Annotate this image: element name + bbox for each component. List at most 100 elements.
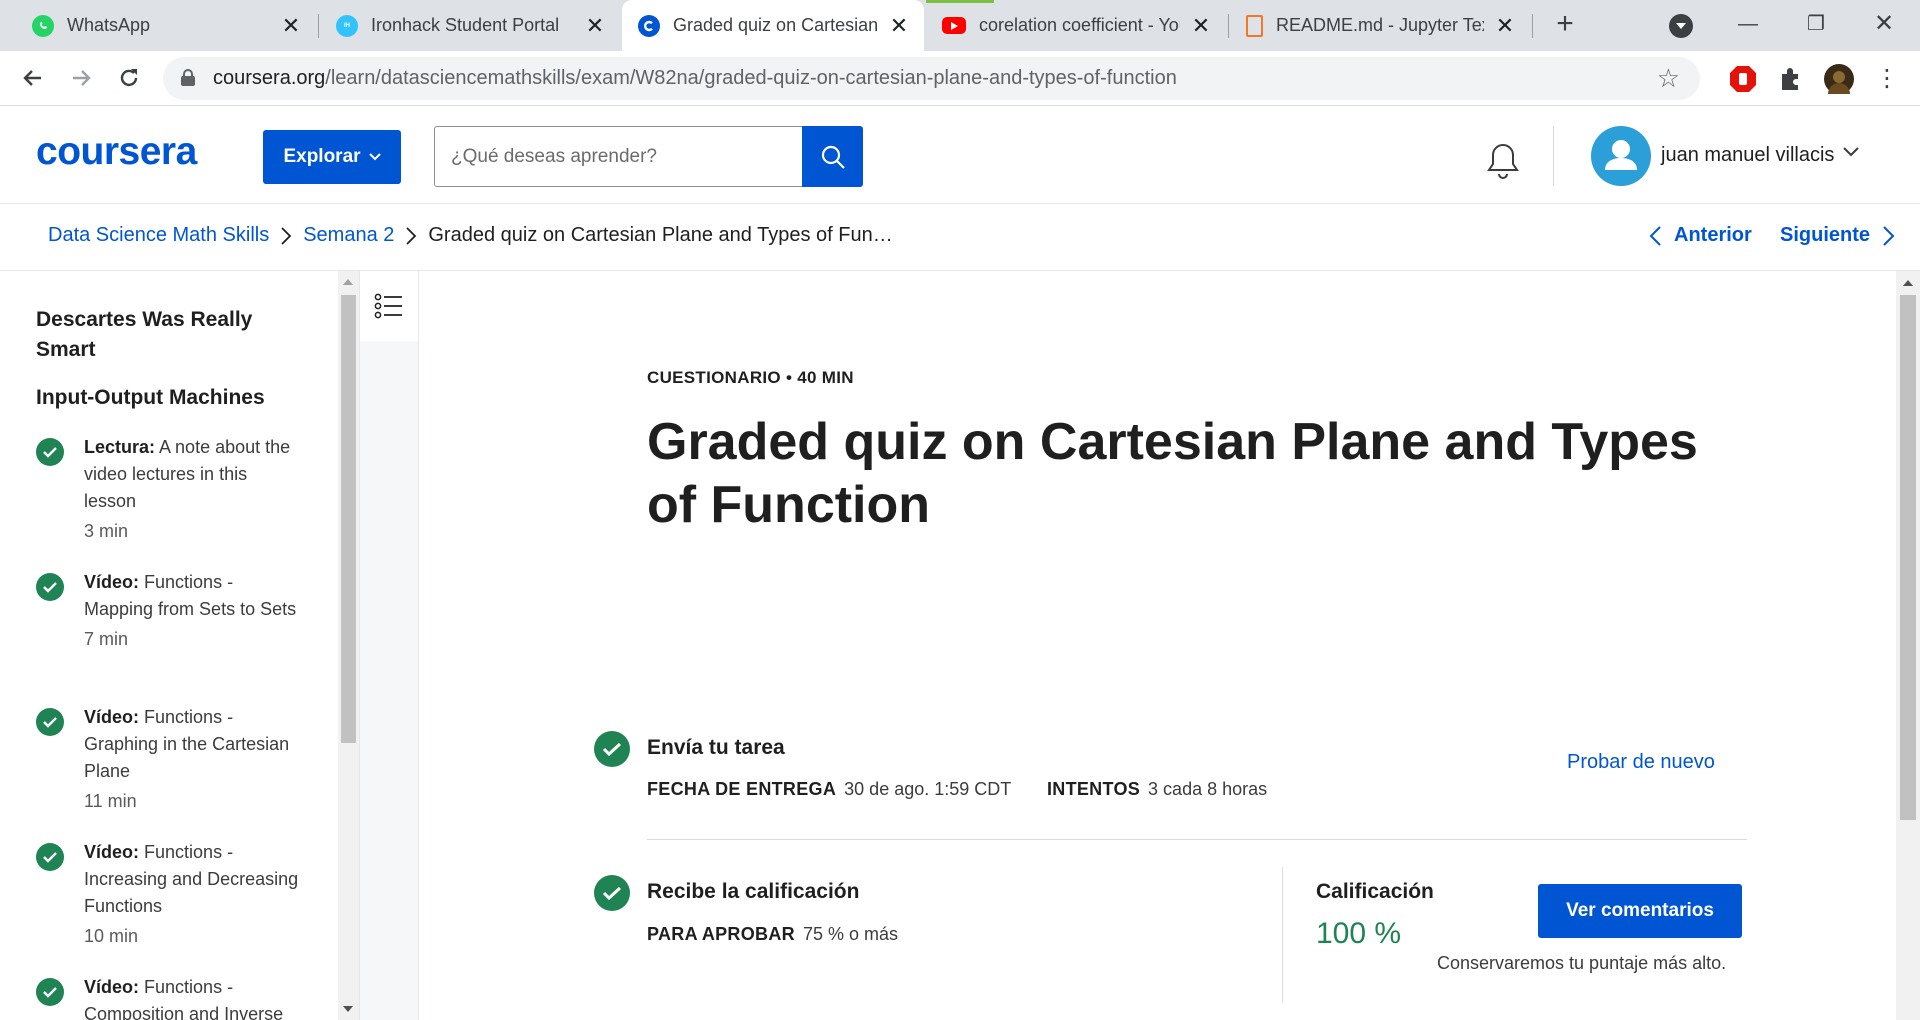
previous-label: Anterior (1674, 224, 1752, 246)
attempts-value: 3 cada 8 horas (1148, 779, 1268, 799)
tab-search-icon[interactable] (1669, 14, 1693, 38)
grade-label: Calificación (1316, 880, 1434, 903)
close-tab-icon[interactable]: ✕ (888, 13, 910, 39)
lesson-heading[interactable]: Input-Output Machines (36, 383, 296, 413)
browser-toolbar: coursera.org/learn/datasciencemathskills… (0, 51, 1920, 106)
restore-window-icon[interactable]: ❐ (1786, 8, 1846, 40)
attempts-label: INTENTOS (1046, 779, 1141, 799)
site-header: coursera Explorar juan manuel villacis (0, 106, 1920, 204)
breadcrumb-current: Graded quiz on Cartesian Plane and Types… (428, 224, 893, 246)
whatsapp-icon (32, 14, 54, 37)
completed-check-icon (36, 708, 64, 736)
breadcrumb-week-link[interactable]: Semana 2 (303, 224, 394, 247)
close-tab-icon[interactable]: ✕ (584, 13, 606, 39)
completed-check-icon (36, 438, 64, 466)
search-button[interactable] (802, 126, 863, 187)
browser-menu-icon[interactable]: ⋮ (1872, 64, 1902, 94)
completed-check-icon (36, 978, 64, 1006)
youtube-icon (942, 17, 966, 34)
back-arrow-icon[interactable] (16, 61, 50, 95)
chevron-right-icon (405, 226, 417, 246)
item-eyebrow: CUESTIONARIO • 40 MIN (647, 368, 854, 387)
adblock-extension-icon[interactable] (1728, 64, 1758, 94)
pass-label: PARA APROBAR (647, 924, 795, 944)
due-date-label: FECHA DE ENTREGA (647, 779, 837, 799)
due-date-value: 30 de ago. 1:59 CDT (844, 779, 1011, 799)
submit-meta: FECHA DE ENTREGA 30 de ago. 1:59 CDT INTE… (647, 779, 1267, 800)
browser-tab-coursera[interactable]: Graded quiz on Cartesian ✕ (622, 0, 924, 51)
completed-check-icon (594, 875, 630, 911)
item-type: Vídeo: (84, 977, 140, 997)
lock-icon (181, 69, 195, 86)
previous-button[interactable]: Anterior (1648, 224, 1752, 247)
tab-title: README.md - Jupyter Tex (1276, 15, 1484, 35)
retry-link[interactable]: Probar de nuevo (1567, 751, 1715, 774)
close-window-icon[interactable]: ✕ (1854, 8, 1914, 40)
extensions-puzzle-icon[interactable] (1776, 64, 1806, 94)
breadcrumb-course-link[interactable]: Data Science Math Skills (48, 224, 269, 247)
item-duration: 11 min (84, 791, 137, 811)
user-avatar[interactable] (1591, 126, 1651, 186)
explore-label: Explorar (283, 146, 361, 167)
ironhack-icon: IH (336, 14, 358, 37)
close-tab-icon[interactable]: ✕ (280, 13, 302, 39)
sidebar-scroll-thumb[interactable] (341, 295, 356, 743)
keep-highest-note: Conservaremos tu puntaje más alto. (1437, 953, 1727, 973)
close-tab-icon[interactable]: ✕ (1190, 13, 1212, 39)
search-input[interactable] (434, 126, 803, 187)
submit-step-title: Envía tu tarea (647, 736, 785, 759)
item-type: Lectura: (84, 437, 156, 457)
course-sidebar: Descartes Was Really Smart Input-Output … (0, 271, 338, 1020)
browser-tab-whatsapp[interactable]: WhatsApp ✕ (16, 0, 316, 51)
forward-arrow-icon[interactable] (64, 61, 98, 95)
breadcrumb: Data Science Math Skills Semana 2 Graded… (48, 224, 893, 247)
sidebar-scrollbar[interactable] (338, 271, 359, 1020)
browser-tab-ironhack[interactable]: IH Ironhack Student Portal ✕ (320, 0, 620, 51)
item-duration: 10 min (84, 926, 139, 946)
toggle-outline-button[interactable] (360, 271, 418, 341)
lesson-heading[interactable]: Descartes Was Really Smart (36, 305, 296, 365)
completed-check-icon (594, 731, 630, 767)
chevron-down-icon (368, 153, 381, 161)
profile-avatar-icon[interactable] (1824, 64, 1854, 105)
address-bar[interactable]: coursera.org/learn/datasciencemathskills… (163, 57, 1700, 100)
search-box (434, 126, 863, 187)
item-duration: 3 min (84, 521, 129, 541)
notifications-bell-icon[interactable] (1485, 141, 1521, 181)
reload-icon[interactable] (112, 61, 146, 95)
close-tab-icon[interactable]: ✕ (1494, 13, 1516, 39)
page-scroll-thumb[interactable] (1900, 295, 1916, 820)
url-text[interactable]: coursera.org/learn/datasciencemathskills… (213, 67, 1177, 90)
coursera-logo[interactable]: coursera (36, 130, 197, 174)
grade-value: 100 % (1316, 917, 1402, 950)
breadcrumb-bar: Data Science Math Skills Semana 2 Graded… (0, 204, 1920, 271)
minimize-window-icon[interactable]: — (1718, 8, 1778, 40)
new-tab-button[interactable]: + (1548, 8, 1582, 42)
item-type: Vídeo: (84, 572, 140, 592)
list-outline-icon (374, 293, 402, 319)
pass-meta: PARA APROBAR 75 % o más (647, 924, 898, 945)
explore-button[interactable]: Explorar (263, 130, 401, 184)
chevron-right-icon (280, 226, 292, 246)
page-scrollbar[interactable] (1896, 271, 1920, 1020)
sidebar-rail (359, 271, 419, 1020)
view-feedback-button[interactable]: Ver comentarios (1538, 884, 1742, 938)
browser-tab-jupyter[interactable]: README.md - Jupyter Tex ✕ (1230, 0, 1530, 51)
chevron-right-icon (1883, 225, 1895, 246)
tab-title: Graded quiz on Cartesian (673, 15, 878, 35)
browser-tab-youtube[interactable]: corelation coefficient - You ✕ (926, 0, 1226, 51)
tab-title: corelation coefficient - You (979, 15, 1180, 35)
jupyter-file-icon (1246, 14, 1263, 37)
page-title: Graded quiz on Cartesian Plane and Types… (647, 413, 1698, 534)
bookmark-star-icon[interactable]: ☆ (1657, 63, 1680, 94)
chevron-down-icon[interactable] (1842, 146, 1860, 158)
tab-title: WhatsApp (67, 15, 151, 35)
main-content: CUESTIONARIO • 40 MIN Graded quiz on Car… (420, 271, 1896, 1020)
item-type: Vídeo: (84, 707, 140, 727)
user-name[interactable]: juan manuel villacis (1661, 144, 1834, 167)
tab-title: Ironhack Student Portal (371, 15, 560, 35)
item-duration: 7 min (84, 629, 129, 649)
item-type: Vídeo: (84, 842, 140, 862)
chevron-left-icon (1649, 225, 1661, 246)
next-button[interactable]: Siguiente (1780, 224, 1896, 247)
